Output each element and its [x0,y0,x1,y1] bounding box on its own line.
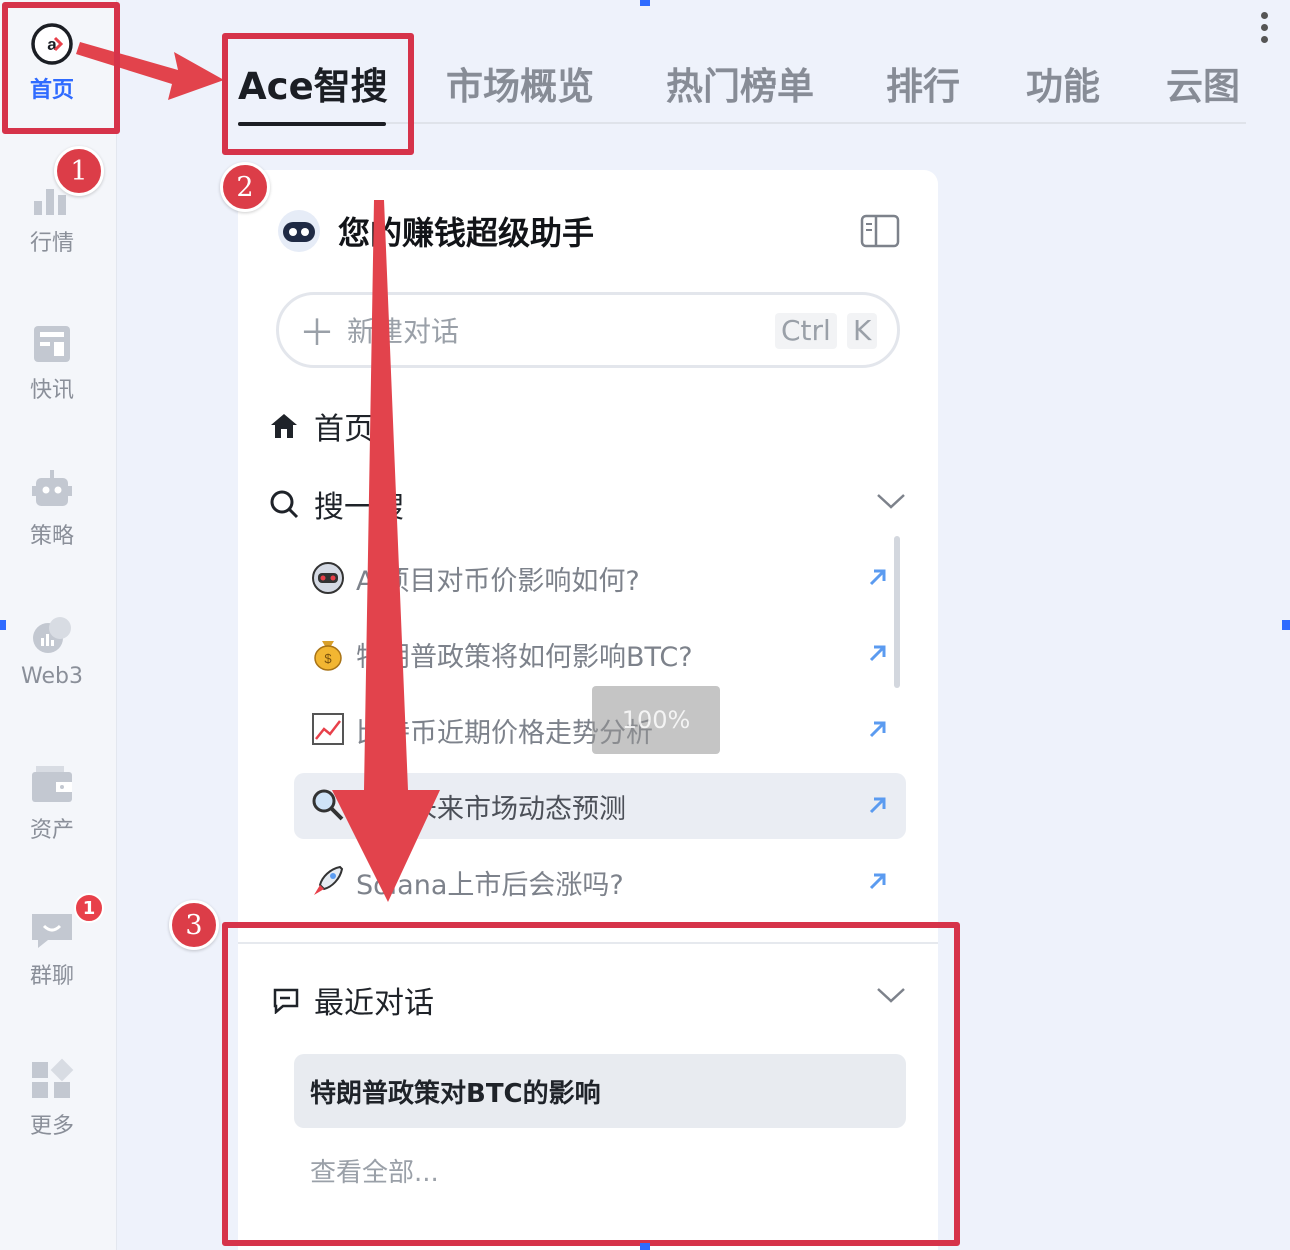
groupchat-unread-badge: 1 [74,893,104,923]
menu-home-label: 首页 [314,412,374,447]
new-chat-label: 新建对话 [347,315,460,348]
news-icon [30,322,74,366]
suggestion-item[interactable]: AI项目对币价影响如何? [294,545,906,611]
tab-market-overview[interactable]: 市场概览 [446,56,594,110]
nav-label-market: 行情 [29,231,74,256]
arrow-up-right-icon [869,721,886,738]
robot-face-icon [312,562,344,594]
annotation-box-ace-tab [222,33,414,155]
suggestion-text: 分析未来市场动态预测 [356,794,626,825]
nav-item-news[interactable]: 快讯 [0,322,104,404]
resize-handle[interactable] [1282,620,1290,630]
trend-chart-icon [312,713,344,745]
grid-icon [30,1058,74,1102]
tab-features[interactable]: 功能 [1026,56,1100,110]
nav-item-more[interactable]: 更多 [0,1058,104,1140]
home-icon [271,414,297,438]
suggestions-scrollbar[interactable] [894,536,900,688]
plus-icon: ＋ [299,313,336,354]
nav-label-assets: 资产 [29,818,74,843]
menu-search-label: 搜一搜 [314,490,404,525]
suggestion-item-highlighted[interactable]: 分析未来市场动态预测 [294,773,906,839]
shortcut-k-key: K [847,313,878,349]
arrow-up-right-icon [869,645,886,662]
arrow-up-right-icon [869,873,886,890]
left-nav: a 首页 行情 快讯 策略 Web3 资产 群聊 更多 [0,0,117,1250]
nav-item-web3[interactable]: Web3 [0,614,104,689]
rocket-icon [314,865,344,895]
suggestion-item[interactable]: Solana上市后会涨吗? [294,849,906,915]
annotation-box-recent [222,922,960,1246]
magnifier-icon [312,789,344,821]
nav-label-strategy: 策略 [29,524,74,549]
svg-text:$: $ [324,651,332,666]
nav-item-assets[interactable]: 资产 [0,762,104,844]
zoom-level-indicator: 100% [592,686,720,754]
suggestion-item[interactable]: $ 特朗普政策将如何影响BTC? [294,621,906,687]
annotation-step-1: 1 [54,146,104,196]
robot-icon [30,468,74,512]
search-icon [270,490,299,519]
new-chat-button[interactable]: ＋ 新建对话 Ctrl K [276,292,900,368]
annotation-step-3: 3 [169,900,219,950]
tab-cloud-map[interactable]: 云图 [1166,56,1240,110]
arrow-up-right-icon [869,797,886,814]
money-bag-icon: $ [314,641,342,671]
sidebar-toggle-icon[interactable] [860,214,900,248]
suggestion-text: AI项目对币价影响如何? [356,566,640,597]
nav-label-groupchat: 群聊 [29,964,74,989]
arrow-up-right-icon [869,569,886,586]
tab-ranking[interactable]: 排行 [886,56,960,110]
nav-item-strategy[interactable]: 策略 [0,468,104,550]
resize-handle[interactable] [640,0,650,6]
chevron-down-icon[interactable] [876,492,906,510]
nav-label-more: 更多 [29,1114,74,1139]
suggestion-text: 特朗普政策将如何影响BTC? [356,642,693,673]
web3-icon [30,614,74,658]
wallet-icon [30,762,74,806]
shortcut-ctrl-key: Ctrl [775,313,837,349]
nav-label-web3: Web3 [21,664,83,689]
menu-home[interactable]: 首页 [268,404,374,448]
more-options-icon[interactable] [1257,12,1271,48]
assistant-robot-icon [276,208,322,254]
resize-handle[interactable] [0,620,6,630]
suggestion-text: Solana上市后会涨吗? [356,870,624,901]
tab-hot-list[interactable]: 热门榜单 [666,56,814,110]
nav-label-news: 快讯 [29,378,74,403]
annotation-step-2: 2 [220,162,270,212]
panel-title: 您的赚钱超级助手 [338,214,595,252]
resize-handle[interactable] [640,1243,650,1250]
annotation-box-home [2,2,120,134]
menu-search[interactable]: 搜一搜 [268,482,404,526]
chat-icon [30,908,74,952]
